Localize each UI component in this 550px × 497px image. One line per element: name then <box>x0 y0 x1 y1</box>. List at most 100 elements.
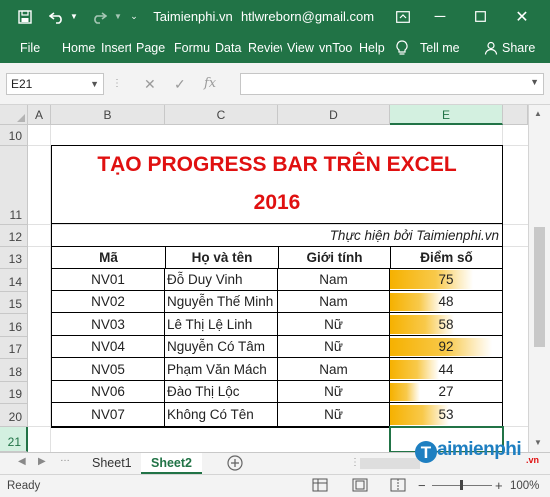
column-header-f[interactable] <box>503 105 528 125</box>
scroll-up-icon[interactable]: ▲ <box>534 109 542 118</box>
share-button[interactable]: Share <box>502 33 538 63</box>
select-all-button[interactable] <box>0 105 28 125</box>
cell-name[interactable]: Lê Thị Lệ Linh <box>165 313 278 336</box>
vertical-scrollbar[interactable]: ▲ ▼ <box>528 105 550 452</box>
maximize-icon[interactable] <box>465 0 495 33</box>
cell-gender[interactable]: Nữ <box>278 313 390 336</box>
scrollbar-thumb[interactable] <box>534 227 545 347</box>
cell-code[interactable]: NV05 <box>51 358 165 381</box>
share-person-icon[interactable] <box>484 33 500 63</box>
minimize-icon[interactable]: ─ <box>425 0 455 33</box>
cell-name[interactable]: Không Có Tên <box>165 403 278 427</box>
sheet-tab-sheet1[interactable]: Sheet1 <box>82 453 142 474</box>
enter-icon[interactable]: ✓ <box>174 73 186 95</box>
cancel-icon[interactable]: ✕ <box>144 73 156 95</box>
name-box[interactable]: E21 ▼ <box>6 73 104 95</box>
ribbon-display-icon[interactable] <box>388 0 418 33</box>
cell-score[interactable]: 48 <box>390 291 503 313</box>
author-cell[interactable]: Thực hiện bởi Taimienphi.vn <box>51 224 503 247</box>
tab-home[interactable]: Home <box>62 33 96 63</box>
tell-me-search[interactable]: Tell me <box>420 33 466 63</box>
formula-input[interactable]: ▼ <box>240 73 544 95</box>
chevron-down-icon[interactable]: ▼ <box>90 74 99 94</box>
cell-gender[interactable]: Nữ <box>278 403 390 427</box>
row-header-14[interactable]: 14 <box>0 269 28 292</box>
tab-view[interactable]: View <box>287 33 317 63</box>
tab-data[interactable]: Data <box>215 33 245 63</box>
header-score[interactable]: Điểm số <box>391 247 502 269</box>
tab-formulas[interactable]: Formu <box>174 33 210 63</box>
row-header-20[interactable]: 20 <box>0 404 28 427</box>
tab-help[interactable]: Help <box>359 33 387 63</box>
cell-gender[interactable]: Nam <box>278 358 390 381</box>
column-header-c[interactable]: C <box>165 105 278 125</box>
horizontal-scrollbar[interactable] <box>360 458 420 469</box>
save-icon[interactable] <box>14 0 36 33</box>
zoom-in-button[interactable]: + <box>495 478 503 493</box>
column-header-d[interactable]: D <box>278 105 390 125</box>
cell-code[interactable]: NV04 <box>51 336 165 358</box>
row-header-21[interactable]: 21 <box>0 427 28 452</box>
cell-name[interactable]: Nguyễn Có Tâm <box>165 336 278 358</box>
zoom-out-button[interactable]: − <box>418 478 426 493</box>
sheet-tab-sheet2[interactable]: Sheet2 <box>141 453 202 474</box>
lightbulb-icon[interactable] <box>396 33 412 63</box>
header-gender[interactable]: Giới tính <box>279 247 391 269</box>
undo-dropdown-icon[interactable]: ▼ <box>68 0 80 33</box>
tab-insert[interactable]: Insert <box>101 33 131 63</box>
cell-gender[interactable]: Nam <box>278 268 390 291</box>
tab-vntools[interactable]: vnToo <box>319 33 353 63</box>
undo-icon[interactable] <box>46 0 68 33</box>
title-merged-cell[interactable]: TẠO PROGRESS BAR TRÊN EXCEL 2016 <box>51 145 503 224</box>
cell-score[interactable]: 53 <box>390 403 503 427</box>
cell-gender[interactable]: Nữ <box>278 381 390 403</box>
scroll-tabs-left-icon[interactable]: ◀ <box>18 456 26 467</box>
zoom-level[interactable]: 100% <box>510 480 539 492</box>
page-layout-icon[interactable] <box>352 478 368 495</box>
row-header-12[interactable]: 12 <box>0 225 28 247</box>
cell-score[interactable]: 75 <box>390 268 503 291</box>
cell-code[interactable]: NV01 <box>51 268 165 291</box>
row-header-15[interactable]: 15 <box>0 292 28 314</box>
page-break-icon[interactable] <box>390 478 406 495</box>
cell-code[interactable]: NV07 <box>51 403 165 427</box>
redo-icon[interactable] <box>88 0 110 33</box>
header-code[interactable]: Mã <box>52 247 166 269</box>
row-header-16[interactable]: 16 <box>0 314 28 337</box>
cell-score[interactable]: 58 <box>390 313 503 336</box>
close-icon[interactable]: ✕ <box>505 0 539 33</box>
new-sheet-icon[interactable] <box>226 454 244 475</box>
scroll-tabs-right-icon[interactable]: ▶ <box>38 456 46 467</box>
cell-code[interactable]: NV02 <box>51 291 165 313</box>
expand-formula-icon[interactable]: ▼ <box>530 77 539 87</box>
row-header-19[interactable]: 19 <box>0 382 28 404</box>
row-header-18[interactable]: 18 <box>0 359 28 382</box>
normal-view-icon[interactable] <box>312 478 328 495</box>
tab-more-icon[interactable]: … <box>60 453 70 464</box>
cell-code[interactable]: NV06 <box>51 381 165 403</box>
cell-score[interactable]: 92 <box>390 336 503 358</box>
column-header-e[interactable]: E <box>390 105 503 125</box>
row-header-11[interactable]: 11 <box>0 146 28 225</box>
row-header-17[interactable]: 17 <box>0 337 28 359</box>
column-header-b[interactable]: B <box>51 105 165 125</box>
cell-code[interactable]: NV03 <box>51 313 165 336</box>
cell-name[interactable]: Nguyễn Thế Minh <box>165 291 278 313</box>
cell-score[interactable]: 27 <box>390 381 503 403</box>
tab-file[interactable]: File <box>20 33 44 63</box>
customize-toolbar-icon[interactable]: ⌄ <box>128 0 140 33</box>
tab-review[interactable]: Review <box>248 33 282 63</box>
cell-name[interactable]: Phạm Văn Mách <box>165 358 278 381</box>
row-header-13[interactable]: 13 <box>0 247 28 269</box>
header-name[interactable]: Họ và tên <box>166 247 279 269</box>
insert-function-button[interactable]: fx <box>204 73 216 95</box>
tab-page-layout[interactable]: Page L <box>136 33 169 63</box>
redo-dropdown-icon[interactable]: ▼ <box>112 0 124 33</box>
tab-splitter-icon[interactable]: ⋮ <box>350 457 360 468</box>
cell-name[interactable]: Đào Thị Lộc <box>165 381 278 403</box>
row-header-10[interactable]: 10 <box>0 125 28 146</box>
cell-score[interactable]: 44 <box>390 358 503 381</box>
cell-name[interactable]: Đỗ Duy Vinh <box>165 268 278 291</box>
column-header-a[interactable]: A <box>28 105 51 125</box>
cell-gender[interactable]: Nam <box>278 291 390 313</box>
